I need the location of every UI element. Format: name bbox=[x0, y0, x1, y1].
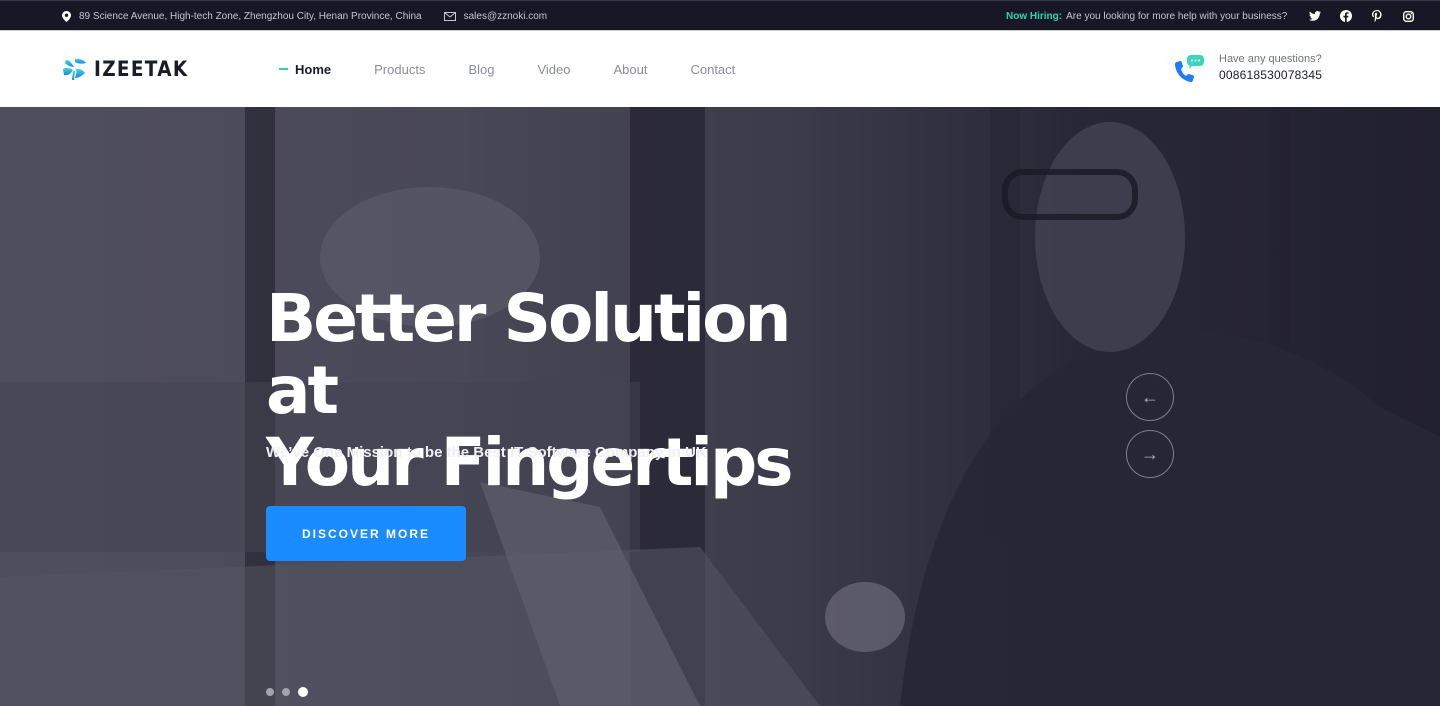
arrow-left-icon: ← bbox=[1141, 386, 1159, 407]
logo[interactable]: IZEETAK bbox=[62, 57, 201, 81]
nav-label: Products bbox=[374, 61, 426, 77]
nav-label: Blog bbox=[468, 61, 495, 77]
envelope-icon bbox=[443, 11, 456, 21]
pinterest-icon[interactable] bbox=[1371, 10, 1383, 22]
hero-title-line-2: Your Fingertips bbox=[266, 424, 794, 501]
slider-dot-3[interactable] bbox=[298, 687, 308, 697]
nav-item-about[interactable]: About bbox=[613, 62, 647, 77]
contact-phone[interactable]: 008618530078345 bbox=[1219, 67, 1322, 84]
arrow-right-icon: → bbox=[1141, 443, 1159, 464]
address-text: 89 Science Avenue, High-tech Zone, Zheng… bbox=[79, 10, 422, 22]
location-pin-icon bbox=[62, 10, 71, 22]
facebook-icon[interactable] bbox=[1340, 10, 1353, 22]
main-nav: Home Products Blog Video About Contact bbox=[279, 31, 778, 107]
nav-label: Home bbox=[295, 61, 332, 77]
hero-title-line-1: Better Solution at bbox=[266, 280, 791, 429]
header-contact: Have any questions? 008618530078345 bbox=[1173, 51, 1322, 84]
site-header: IZEETAK Home Products Blog Video About C… bbox=[0, 31, 1440, 107]
nav-item-video[interactable]: Video bbox=[537, 62, 570, 77]
hero-subtitle: We’ve One Mission to be the Best IT Soft… bbox=[266, 444, 707, 461]
social-links bbox=[1309, 10, 1433, 22]
instagram-icon[interactable] bbox=[1402, 10, 1414, 22]
logo-text: IZEETAK bbox=[94, 57, 189, 81]
slider-dot-1[interactable] bbox=[266, 688, 274, 696]
email-link[interactable]: sales@zznoki.com bbox=[464, 11, 548, 22]
slider-prev-button[interactable]: ← bbox=[1126, 373, 1174, 421]
contact-label: Have any questions? bbox=[1219, 53, 1322, 65]
hiring-label: Now Hiring: bbox=[1006, 10, 1063, 22]
address-item: 89 Science Avenue, High-tech Zone, Zheng… bbox=[62, 10, 422, 22]
nav-item-home[interactable]: Home bbox=[279, 62, 331, 77]
nav-item-contact[interactable]: Contact bbox=[690, 62, 735, 77]
email-item[interactable]: sales@zznoki.com bbox=[443, 11, 548, 22]
slider-dot-2[interactable] bbox=[282, 688, 290, 696]
nav-label: Contact bbox=[690, 61, 736, 77]
hero-slider: Better Solution at Your Fingertips We’ve… bbox=[0, 107, 1440, 706]
active-indicator bbox=[279, 68, 288, 70]
slider-next-button[interactable]: → bbox=[1126, 430, 1174, 478]
phone-chat-icon bbox=[1175, 54, 1204, 82]
nav-label: About bbox=[613, 61, 648, 77]
hiring-text[interactable]: Are you looking for more help with your … bbox=[1066, 11, 1287, 22]
nav-item-blog[interactable]: Blog bbox=[468, 62, 494, 77]
nav-label: Video bbox=[537, 61, 571, 77]
slider-pagination bbox=[266, 687, 316, 697]
discover-more-button[interactable]: DISCOVER MORE bbox=[266, 506, 466, 561]
twitter-icon[interactable] bbox=[1309, 10, 1322, 22]
top-bar: 89 Science Avenue, High-tech Zone, Zheng… bbox=[0, 0, 1440, 31]
logo-mark-icon bbox=[63, 58, 86, 80]
nav-item-products[interactable]: Products bbox=[374, 62, 425, 77]
hero-title: Better Solution at Your Fingertips bbox=[266, 283, 866, 499]
